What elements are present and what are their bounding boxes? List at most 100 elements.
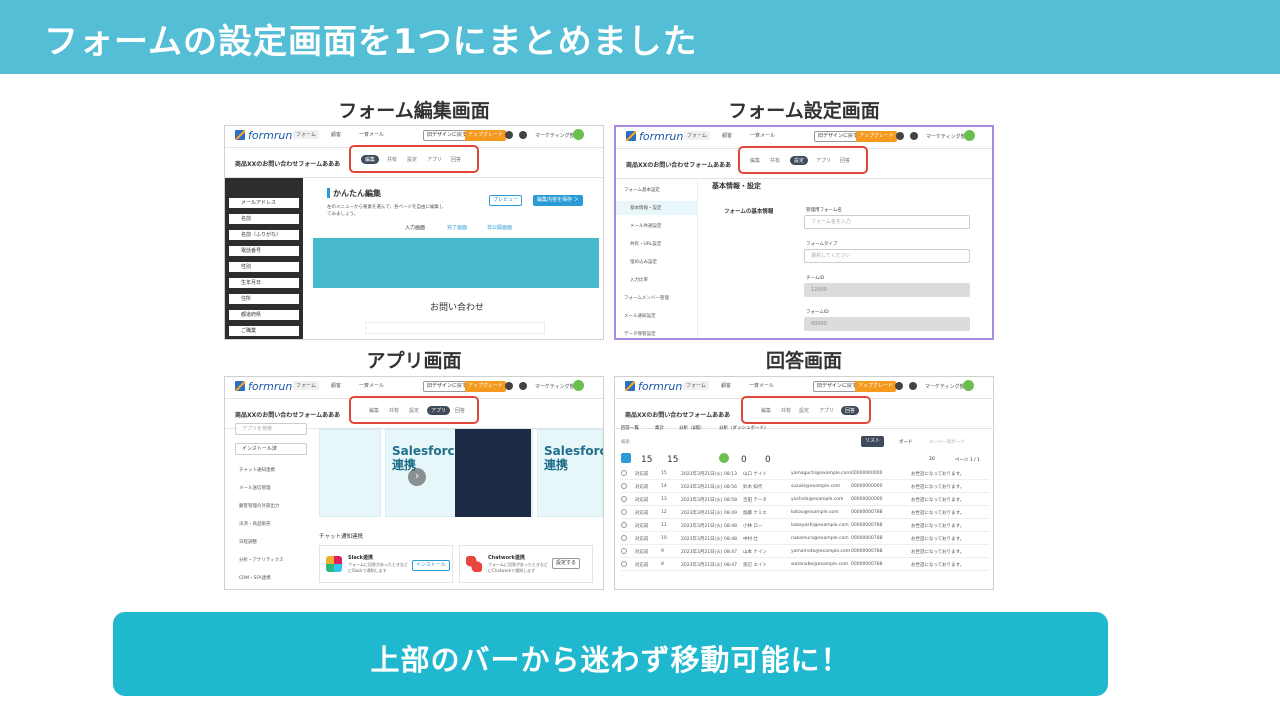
row-checkbox[interactable]	[621, 483, 627, 489]
tab-apps[interactable]: アプリ	[816, 157, 831, 164]
row-checkbox[interactable]	[621, 548, 627, 554]
page-tab-private[interactable]: 非公開画面	[487, 224, 512, 231]
settings-item-basic-info[interactable]: 基本情報・設定	[630, 205, 662, 211]
tab-settings[interactable]: 設定	[409, 407, 419, 414]
table-row[interactable]: 対応前 11 2023年3月21日(火) 08:48 小林 ロー kobayashi@e…	[621, 519, 989, 532]
table-row[interactable]: 対応前 10 2023年3月21日(火) 08:48 中村 壮 nakamura@exa…	[621, 532, 989, 545]
table-row[interactable]: 対応前 14 2023年3月21日(火) 08:56 鈴木 知代 suzuki@exam…	[621, 480, 989, 493]
settings-group-basic[interactable]: フォーム基本設定	[624, 187, 660, 193]
bell-icon[interactable]	[519, 131, 527, 139]
tab-responses[interactable]: 回答	[455, 407, 465, 414]
row-checkbox[interactable]	[621, 522, 627, 528]
nav-forms[interactable]: フォーム	[293, 381, 319, 390]
nav-bulk-mail[interactable]: 一斉メール	[749, 382, 774, 389]
tab-responses[interactable]: 回答	[840, 157, 850, 164]
settings-item-embed[interactable]: 埋め込み設定	[630, 259, 657, 265]
form-name-input[interactable]: フォーム名を入力	[804, 215, 970, 229]
user-avatar[interactable]	[963, 380, 974, 391]
sidebar-item-email[interactable]: メールアドレス	[229, 198, 299, 208]
page-tab-input[interactable]: 入力画面	[405, 224, 425, 231]
tab-responses[interactable]: 回答	[841, 406, 860, 415]
category-mail[interactable]: メール送信管理	[239, 485, 271, 491]
tab-responses[interactable]: 回答	[451, 156, 461, 163]
view-member-board-button[interactable]: メンバー別ボード	[929, 439, 965, 445]
category-schedule[interactable]: 日程調整	[239, 539, 257, 545]
settings-item-storage[interactable]: データ保管設定	[624, 331, 656, 337]
tab-settings[interactable]: 設定	[790, 156, 809, 165]
row-checkbox[interactable]	[621, 535, 627, 541]
category-export[interactable]: 顧客管理の外部出力	[239, 503, 280, 509]
old-design-button[interactable]: 旧デザインに戻す	[423, 130, 472, 141]
nav-forms[interactable]: フォーム	[293, 130, 319, 139]
bell-icon[interactable]	[519, 382, 527, 390]
per-page-select[interactable]: 20	[929, 457, 935, 462]
user-name[interactable]: マーケティング部	[535, 132, 575, 139]
app-logo[interactable]: formrun	[235, 380, 292, 393]
nav-bulk-mail[interactable]: 一斉メール	[359, 382, 384, 389]
carousel-next-icon[interactable]: ›	[408, 468, 426, 486]
tab-share[interactable]: 共有	[387, 156, 397, 163]
banner-card-dark[interactable]	[455, 429, 531, 517]
table-row[interactable]: 対応前 12 2023年3月21日(火) 08:49 加藤 ナミエ katou@exam…	[621, 506, 989, 519]
table-row[interactable]: 対応前 8 2023年3月21日(火) 08:47 渡辺 エイト watanabe@ex…	[621, 558, 989, 571]
user-avatar[interactable]	[573, 380, 584, 391]
settings-item-notify[interactable]: メール通知設定	[624, 313, 656, 319]
settings-item-share-url[interactable]: 共有・URL設定	[630, 241, 661, 247]
page-tab-complete[interactable]: 完了画面	[447, 224, 467, 231]
upgrade-button[interactable]: アップグレード	[465, 381, 507, 392]
view-analysis-dashboard[interactable]: 分析（ダッシュボード）	[719, 425, 769, 431]
sidebar-item-gender[interactable]: 性別	[229, 262, 299, 272]
sidebar-item-prefecture[interactable]: 都道府県	[229, 310, 299, 320]
old-design-button[interactable]: 旧デザインに戻す	[423, 381, 472, 392]
bell-icon[interactable]	[910, 132, 918, 140]
table-row[interactable]: 対応前 15 2023年3月21日(火) 08:13 山口 ナイイ yamaguchi@…	[621, 467, 989, 480]
chatwork-card[interactable]: Chatwork連携 フォームに回答があったときなどにChatworkで通知しま…	[459, 545, 593, 583]
old-design-button[interactable]: 旧デザインに戻す	[814, 131, 863, 142]
response-search[interactable]: 検索	[621, 439, 630, 445]
user-avatar[interactable]	[573, 129, 584, 140]
old-design-button[interactable]: 旧デザインに戻す	[813, 381, 862, 392]
tab-edit[interactable]: 編集	[750, 157, 760, 164]
tab-share[interactable]: 共有	[770, 157, 780, 164]
banner-card-right[interactable]: Salesforc 連携	[537, 429, 603, 517]
preview-button[interactable]: プレビュー	[489, 195, 523, 206]
tab-apps[interactable]: アプリ	[427, 406, 451, 415]
tab-share[interactable]: 共有	[389, 407, 399, 414]
tab-apps[interactable]: アプリ	[819, 407, 834, 414]
help-icon[interactable]	[896, 132, 904, 140]
form-type-select[interactable]: 選択してください	[804, 249, 970, 263]
table-row[interactable]: 対応前 9 2023年3月21日(火) 08:47 山本 ナイン yamamoto@ex…	[621, 545, 989, 558]
app-search-input[interactable]: アプリを検索	[235, 423, 307, 435]
sidebar-item-occupation[interactable]: ご職業	[229, 326, 299, 336]
settings-item-input-ratio[interactable]: 入力比率	[630, 277, 648, 283]
sidebar-item-name[interactable]: 名前	[229, 214, 299, 224]
sidebar-item-birthday[interactable]: 生年月日	[229, 278, 299, 288]
help-icon[interactable]	[505, 131, 513, 139]
upgrade-button[interactable]: アップグレード	[465, 130, 507, 141]
row-checkbox[interactable]	[621, 470, 627, 476]
nav-customers[interactable]: 顧客	[722, 132, 732, 139]
view-board-button[interactable]: ボード	[899, 439, 913, 445]
tab-edit[interactable]: 編集	[369, 407, 379, 414]
banner-card-left[interactable]	[319, 429, 381, 517]
category-chat[interactable]: チャット通知連携	[239, 467, 275, 473]
row-checkbox[interactable]	[621, 496, 627, 502]
category-payment[interactable]: 決済・商品販売	[239, 521, 271, 527]
table-row[interactable]: 対応前 13 2023年3月21日(火) 08:58 吉田 テータ yoshida@ex…	[621, 493, 989, 506]
user-name[interactable]: マーケティング部	[925, 383, 965, 390]
tab-apps[interactable]: アプリ	[427, 156, 442, 163]
nav-customers[interactable]: 顧客	[721, 382, 731, 389]
view-response-list[interactable]: 回答一覧	[621, 425, 639, 431]
nav-customers[interactable]: 顧客	[331, 131, 341, 138]
view-summary[interactable]: 集計	[655, 425, 664, 431]
category-analytics[interactable]: 分析・アナリティクス	[239, 557, 284, 563]
chatwork-settings-button[interactable]: 設定する	[552, 558, 581, 569]
upgrade-button[interactable]: アップグレード	[856, 131, 898, 142]
row-checkbox[interactable]	[621, 509, 627, 515]
tab-settings[interactable]: 設定	[407, 156, 417, 163]
nav-forms[interactable]: フォーム	[683, 381, 709, 390]
save-edit-button[interactable]: 編集内容を保存 ＞	[533, 195, 583, 206]
slack-card[interactable]: Slack連携 フォームに回答があったときなどにSlackで通知します インスト…	[319, 545, 453, 583]
tab-settings[interactable]: 設定	[799, 407, 809, 414]
nav-bulk-mail[interactable]: 一斉メール	[750, 132, 775, 139]
